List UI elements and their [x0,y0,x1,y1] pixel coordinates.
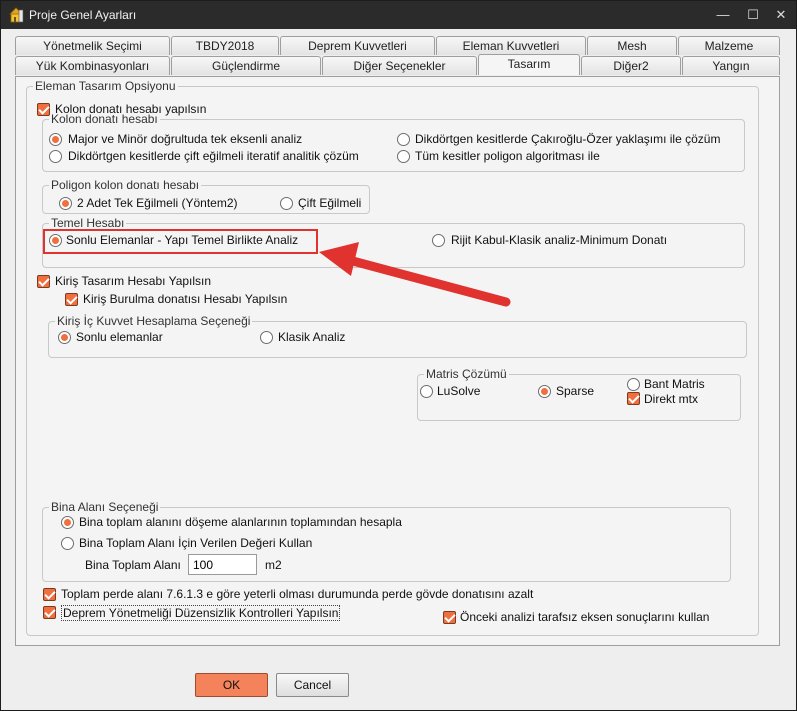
bina-alani-legend: Bina Alanı Seçeneği [51,500,159,514]
minimize-icon[interactable]: — [712,5,734,25]
bina-opt-verilen-label: Bina Toplam Alanı İçin Verilen Değeri Ku… [79,536,313,550]
temel-opt-rijit-radio[interactable] [432,234,445,247]
kiris-burulma-checkbox[interactable] [65,293,78,306]
kiris-ic-kuvvet-legend: Kiriş İç Kuvvet Hesaplama Seçeneği [57,314,251,328]
matris-opt-lusolve-label: LuSolve [437,384,481,398]
annotation-highlight-box [43,229,318,254]
tasarim-panel: Eleman Tasarım Opsiyonu Kolon donatı hes… [15,76,780,646]
eleman-tasarim-legend: Eleman Tasarım Opsiyonu [35,79,176,93]
tab-guclendirme[interactable]: Güçlendirme [171,56,321,75]
kolon-opt-cift-egilmeli-radio[interactable] [49,150,62,163]
onceki-analiz-label: Önceki analizi tarafsız eksen sonuçların… [460,610,710,624]
kolon-opt-poligon-radio[interactable] [397,150,410,163]
title-bar: Proje Genel Ayarları — ☐ ✕ [1,1,796,29]
tab-tasarim[interactable]: Tasarım [478,54,580,75]
kolon-opt-poligon-label: Tüm kesitler poligon algoritması ile [415,149,600,163]
kolon-opt-cakiroglu-radio[interactable] [397,133,410,146]
matris-direkt-label: Direkt mtx [644,392,698,406]
matris-cozumu-legend: Matris Çözümü [426,367,507,381]
building-app-icon [9,7,24,23]
matris-opt-bant-label: Bant Matris [644,377,705,391]
kolon-opt-cakiroglu-label: Dikdörtgen kesitlerde Çakıroğlu-Özer yak… [415,132,721,146]
tab-diger-secenekler[interactable]: Diğer Seçenekler [322,56,477,75]
matris-opt-sparse-radio[interactable] [538,385,551,398]
kiris-opt-klasik-label: Klasik Analiz [278,330,346,344]
bina-opt-verilen-radio[interactable] [61,537,74,550]
perde-alani-checkbox[interactable] [43,588,56,601]
onceki-analiz-checkbox[interactable] [443,611,456,624]
poligon-opt-cift-egilmeli-label: Çift Eğilmeli [298,196,362,210]
kolon-donati-legend: Kolon donatı hesabı [51,112,158,126]
kiris-tasarim-label: Kiriş Tasarım Hesabı Yapılsın [55,274,212,288]
bina-opt-doseme-label: Bina toplam alanını döşeme alanlarının t… [79,515,402,529]
temel-hesabi-legend: Temel Hesabı [51,216,125,230]
tab-yangin[interactable]: Yangın [682,56,780,75]
kolon-opt-major-minor-label: Major ve Minör doğrultuda tek eksenli an… [68,132,303,146]
kolon-opt-cift-egilmeli-label: Dikdörtgen kesitlerde çift eğilmeli iter… [68,149,359,163]
kiris-opt-klasik-radio[interactable] [260,331,273,344]
temel-opt-rijit-label: Rijit Kabul-Klasik analiz-Minimum Donatı [451,233,668,247]
tab-malzeme[interactable]: Malzeme [678,36,780,55]
settings-dialog: Proje Genel Ayarları — ☐ ✕ Yönetmelik Se… [0,0,797,711]
tab-yonetmelik-secimi[interactable]: Yönetmelik Seçimi [15,36,170,55]
tab-eleman-kuvvetleri[interactable]: Eleman Kuvvetleri [436,36,586,55]
bina-alan-unit: m2 [265,558,282,572]
matris-opt-sparse-label: Sparse [556,384,595,398]
tab-diger2[interactable]: Diğer2 [581,56,681,75]
deprem-duzensizlik-label: Deprem Yönetmeliği Düzensizlik Kontrolle… [61,605,341,621]
kiris-tasarim-checkbox[interactable] [37,275,50,288]
poligon-opt-tek-egilmeli-label: 2 Adet Tek Eğilmeli (Yöntem2) [77,196,238,210]
tab-deprem-kuvvetleri[interactable]: Deprem Kuvvetleri [280,36,435,55]
poligon-opt-cift-egilmeli-radio[interactable] [280,197,293,210]
ok-button[interactable]: OK [195,673,268,697]
deprem-duzensizlik-checkbox[interactable] [43,606,56,619]
matris-opt-lusolve-radio[interactable] [420,385,433,398]
tab-tbdy2018[interactable]: TBDY2018 [171,36,279,55]
perde-alani-label: Toplam perde alanı 7.6.1.3 e göre yeterl… [61,587,534,601]
bina-opt-doseme-radio[interactable] [61,516,74,529]
bina-alan-label: Bina Toplam Alanı [85,558,181,572]
bina-alan-input[interactable] [188,554,257,575]
cancel-button[interactable]: Cancel [276,673,349,697]
tab-yuk-kombinasyonlari[interactable]: Yük Kombinasyonları [15,56,170,75]
close-icon[interactable]: ✕ [770,5,792,25]
maximize-icon[interactable]: ☐ [742,5,764,25]
matris-direkt-checkbox[interactable] [627,392,640,405]
kiris-burulma-label: Kiriş Burulma donatısı Hesabı Yapılsın [83,292,288,306]
kiris-opt-sonlu-radio[interactable] [58,331,71,344]
kolon-opt-major-minor-radio[interactable] [49,133,62,146]
kiris-opt-sonlu-label: Sonlu elemanlar [76,330,163,344]
poligon-opt-tek-egilmeli-radio[interactable] [59,197,72,210]
window-title: Proje Genel Ayarları [29,8,137,22]
tab-mesh[interactable]: Mesh [587,36,677,55]
poligon-kolon-legend: Poligon kolon donatı hesabı [51,178,200,192]
matris-opt-bant-radio[interactable] [627,378,640,391]
